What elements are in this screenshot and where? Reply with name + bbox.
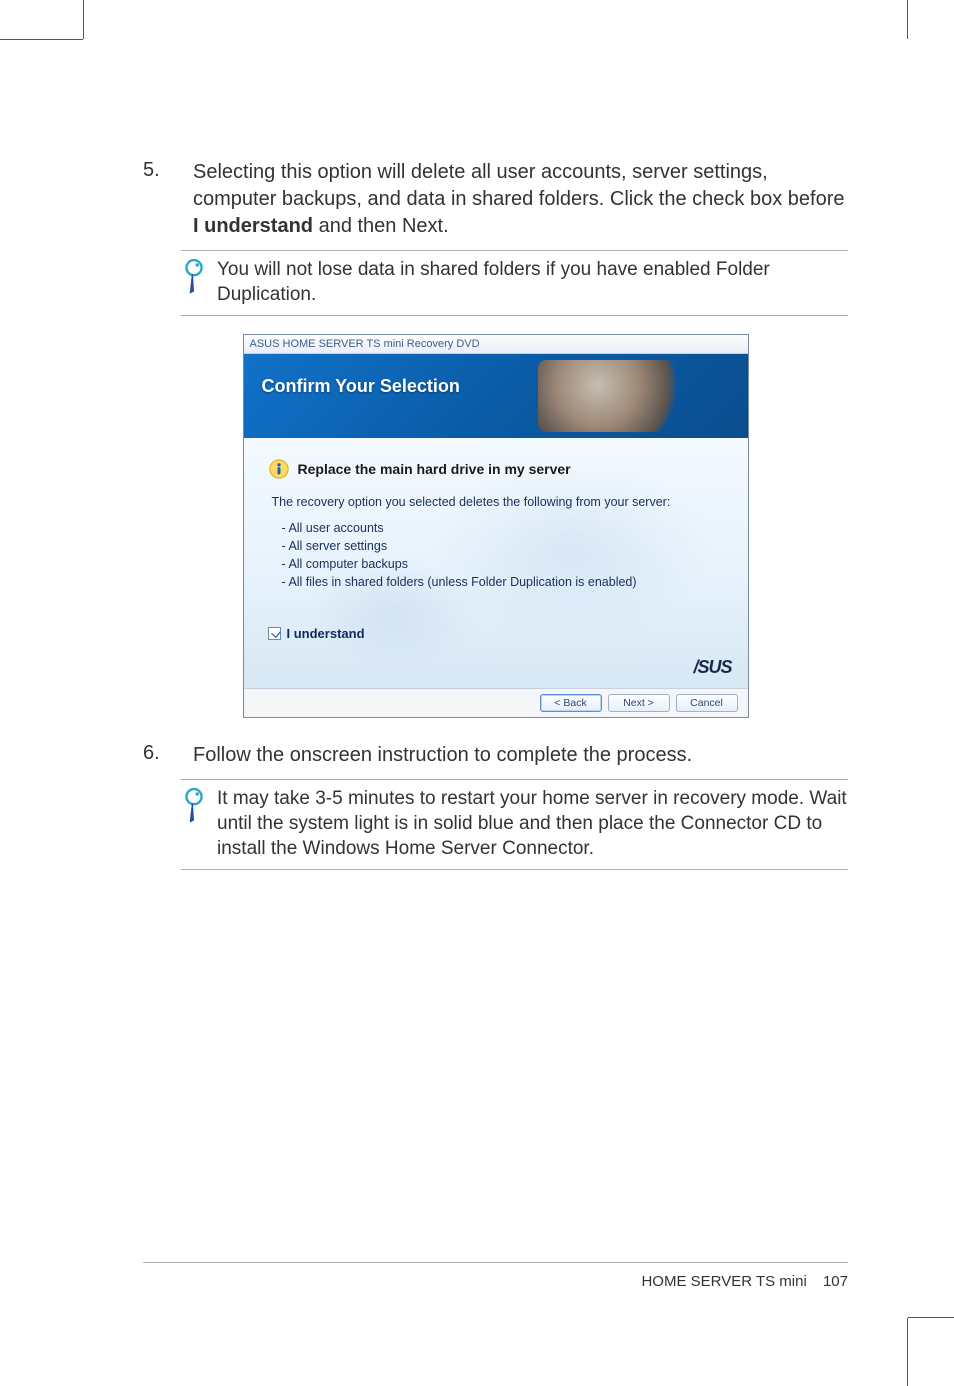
note-text: It may take 3-5 minutes to restart your … (217, 786, 848, 861)
asus-logo: /SUS (693, 657, 731, 678)
step-text: Selecting this option will delete all us… (193, 159, 848, 240)
recovery-dialog: ASUS HOME SERVER TS mini Recovery DVD Co… (243, 334, 749, 718)
bold-text: I understand (193, 215, 313, 237)
text: Selecting this option will delete all us… (193, 161, 844, 210)
note-box: You will not lose data in shared folders… (181, 250, 848, 316)
checkbox-label: I understand (287, 626, 365, 641)
dialog-description: The recovery option you selected deletes… (272, 494, 724, 511)
crop-mark (907, 1318, 908, 1386)
product-name: HOME SERVER TS mini (641, 1273, 806, 1290)
info-heading: Replace the main hard drive in my server (298, 461, 571, 477)
step-number: 5. (143, 159, 193, 240)
list-item: - All user accounts (282, 519, 724, 537)
dialog-titlebar: ASUS HOME SERVER TS mini Recovery DVD (244, 335, 748, 354)
info-heading-row: Replace the main hard drive in my server (268, 458, 724, 480)
list-item: - All files in shared folders (unless Fo… (282, 573, 724, 591)
understand-checkbox-row[interactable]: I understand (268, 626, 724, 641)
back-button[interactable]: < Back (540, 694, 602, 712)
step-6: 6. Follow the onscreen instruction to co… (143, 742, 848, 769)
text: and then Next. (313, 215, 449, 237)
dialog-list: - All user accounts - All server setting… (282, 519, 724, 592)
info-icon (268, 458, 290, 480)
pushpin-icon (181, 788, 207, 827)
list-item: - All computer backups (282, 555, 724, 573)
crop-mark (908, 1317, 954, 1318)
cancel-button[interactable]: Cancel (676, 694, 738, 712)
step-text: Follow the onscreen instruction to compl… (193, 742, 692, 769)
pushpin-icon (181, 259, 207, 298)
page-number: 107 (823, 1273, 848, 1290)
banner-title: Confirm Your Selection (262, 376, 460, 397)
note-text: You will not lose data in shared folders… (217, 257, 848, 307)
page-content: 5. Selecting this option will delete all… (83, 39, 908, 1318)
checkbox-icon[interactable] (268, 627, 281, 640)
dialog-body: Replace the main hard drive in my server… (244, 438, 748, 688)
step-5: 5. Selecting this option will delete all… (143, 159, 848, 240)
dialog-button-bar: < Back Next > Cancel (244, 688, 748, 717)
dialog-banner: Confirm Your Selection (244, 354, 748, 438)
crop-mark (907, 0, 908, 39)
page-footer: HOME SERVER TS mini 107 (143, 1262, 848, 1290)
crop-mark (83, 0, 84, 39)
banner-photo (538, 360, 688, 432)
list-item: - All server settings (282, 537, 724, 555)
note-box: It may take 3-5 minutes to restart your … (181, 779, 848, 870)
crop-mark (0, 39, 83, 40)
step-number: 6. (143, 742, 193, 769)
next-button[interactable]: Next > (608, 694, 670, 712)
